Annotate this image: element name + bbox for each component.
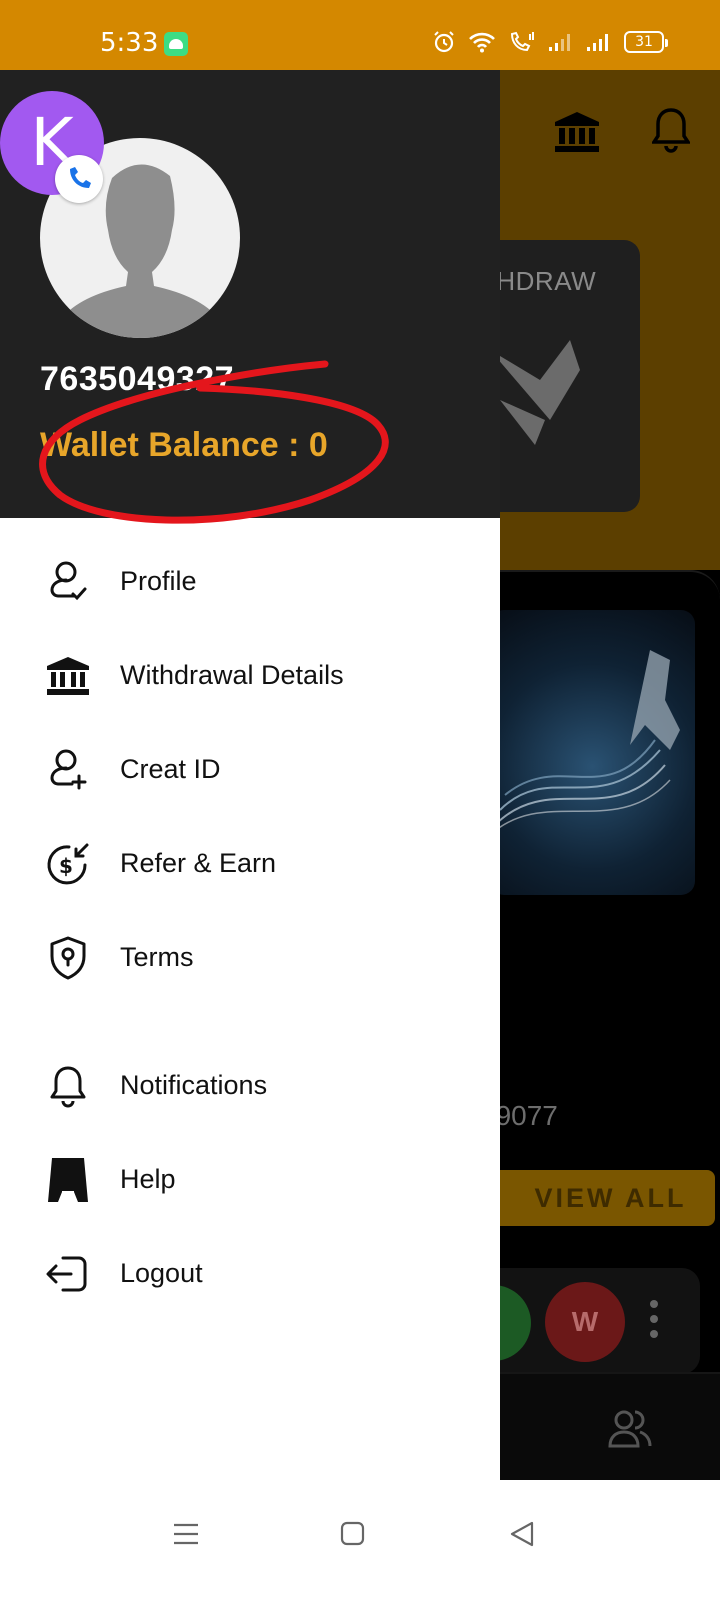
user-add-icon — [44, 746, 92, 794]
call-icon — [510, 31, 534, 52]
status-bar: 5:33 31 — [0, 0, 720, 70]
system-navigation-bar — [0, 1480, 720, 1600]
svg-text:$: $ — [59, 854, 73, 878]
signal-icon — [549, 34, 570, 51]
menu-item-label: Terms — [120, 942, 194, 972]
home-icon[interactable] — [340, 1520, 366, 1548]
menu-item-notifications[interactable]: Notifications — [0, 1046, 500, 1126]
menu-item-label: Profile — [120, 566, 197, 596]
back-icon[interactable] — [508, 1520, 536, 1548]
more-options-icon[interactable] — [650, 1300, 658, 1345]
wifi-icon — [469, 32, 495, 53]
alarm-icon — [434, 31, 454, 53]
bell-icon[interactable] — [652, 106, 690, 154]
user-check-icon — [44, 558, 92, 606]
menu-item-label: Refer & Earn — [120, 848, 277, 878]
menu-item-label: Creat ID — [120, 754, 221, 784]
status-time: 5:33 — [100, 28, 159, 58]
bank-icon — [44, 652, 92, 700]
android-icon — [164, 32, 188, 56]
bank-icon[interactable] — [553, 110, 601, 154]
people-icon[interactable] — [608, 1406, 652, 1450]
navigation-drawer: 7635049327 Wallet Balance : 0 Profile Wi… — [0, 70, 500, 1480]
help-icon — [44, 1156, 92, 1204]
battery-icon: 31 — [624, 31, 668, 53]
logout-icon — [44, 1250, 92, 1298]
menu-item-label: Notifications — [120, 1070, 268, 1100]
annotation-circle — [39, 360, 389, 524]
menu-item-help[interactable]: Help — [0, 1140, 500, 1220]
bell-icon — [44, 1062, 92, 1110]
menu-item-refer-earn[interactable]: $ Refer & Earn — [0, 824, 500, 904]
menu-item-label: Help — [120, 1164, 176, 1194]
phone-icon — [55, 155, 103, 203]
menu-item-label: Logout — [120, 1258, 203, 1288]
signal-icon — [587, 34, 608, 51]
menu-item-logout[interactable]: Logout — [0, 1234, 500, 1314]
banner-art — [490, 650, 680, 836]
menu-item-withdrawal-details[interactable]: Withdrawal Details — [0, 636, 500, 716]
menu-item-label: Withdrawal Details — [120, 660, 344, 690]
menu-icon[interactable] — [172, 1520, 200, 1548]
bg-avatar: W — [545, 1282, 625, 1362]
withdraw-logo-icon — [490, 340, 580, 445]
banner-image[interactable] — [490, 610, 695, 895]
shield-icon — [44, 934, 92, 982]
menu-item-profile[interactable]: Profile — [0, 542, 500, 622]
menu-item-creat-id[interactable]: Creat ID — [0, 730, 500, 810]
dollar-refer-icon: $ — [44, 840, 92, 888]
menu-item-terms[interactable]: Terms — [0, 918, 500, 998]
